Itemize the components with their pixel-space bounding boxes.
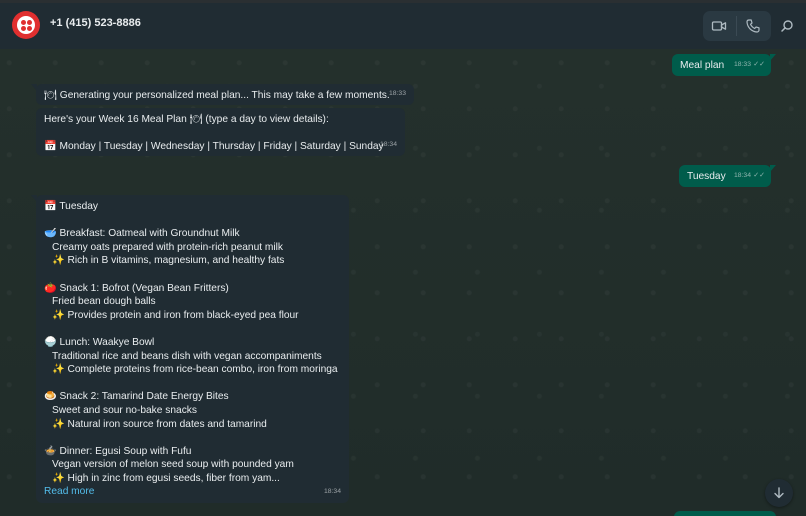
voice-call-icon xyxy=(746,19,760,33)
meal-note: ✨ Complete proteins from rice-bean combo… xyxy=(52,364,338,376)
conversation-panel[interactable]: Meal plan 18:33 ✓✓ 🍽 Generating your per… xyxy=(0,49,806,516)
message-outgoing[interactable]: Tuesday 18:34 ✓✓ xyxy=(679,165,776,187)
message-time: 18:34 xyxy=(323,488,341,496)
meal-note: ✨ Rich in B vitamins, magnesium, and hea… xyxy=(52,255,285,267)
message-time: 18:34 xyxy=(733,172,751,180)
message-time: 18:34 xyxy=(379,141,397,149)
day-heading: 📅 Tuesday xyxy=(44,201,99,212)
bubble-tail xyxy=(770,54,776,61)
meal-title: 🍲 Dinner: Egusi Soup with Fufu xyxy=(44,445,192,457)
contact-avatar[interactable] xyxy=(12,11,40,39)
message-text: Here's your Week 16 Meal Plan 🍽 (type a … xyxy=(44,114,329,125)
meal-title: 🍅 Snack 1: Bofrot (Vegan Bean Fritters) xyxy=(44,282,229,294)
meal-description: Sweet and sour no-bake snacks xyxy=(52,404,197,416)
twilio-logo xyxy=(17,16,35,34)
voice-call-button[interactable] xyxy=(738,11,768,41)
meal-title: 🍚 Lunch: Waakye Bowl xyxy=(44,336,155,348)
meal-description: Fried bean dough balls xyxy=(52,296,156,308)
search-button[interactable] xyxy=(772,11,802,41)
scroll-to-bottom-button[interactable] xyxy=(765,479,793,507)
call-divider xyxy=(736,16,737,36)
search-icon xyxy=(781,20,793,32)
message-incoming[interactable]: 🍽 Generating your personalized meal plan… xyxy=(31,84,414,105)
meal-note: ✨ Provides protein and iron from black-e… xyxy=(52,309,299,321)
message-incoming[interactable]: 📅 Tuesday 🥣 Breakfast: Oatmeal with Grou… xyxy=(31,195,349,503)
chat-header: +1 (415) 523-8886 xyxy=(0,0,806,49)
contact-name[interactable]: +1 (415) 523-8886 xyxy=(50,17,141,29)
message-time: 18:33 xyxy=(733,61,751,69)
meal-title: 🥣 Breakfast: Oatmeal with Groundnut Milk xyxy=(44,228,240,240)
arrow-down-icon xyxy=(774,487,784,499)
video-call-button[interactable] xyxy=(704,11,734,41)
message-outgoing-partial[interactable] xyxy=(674,511,776,516)
message-time: 18:33 xyxy=(388,90,406,98)
message-text: 🍽 Generating your personalized meal plan… xyxy=(44,90,390,101)
meal-description: Traditional rice and beans dish with veg… xyxy=(52,350,322,362)
message-outgoing[interactable]: Meal plan 18:33 ✓✓ xyxy=(672,54,776,76)
read-receipt-icon: ✓✓ xyxy=(753,61,765,69)
read-more-link[interactable]: Read more xyxy=(44,485,341,499)
meal-title: 🍮 Snack 2: Tamarind Date Energy Bites xyxy=(44,391,229,403)
meal-note: ✨ High in zinc from egusi seeds, fiber f… xyxy=(52,472,280,484)
meal-description: Creamy oats prepared with protein-rich p… xyxy=(52,241,284,253)
meal-note: ✨ Natural iron source from dates and tam… xyxy=(52,418,267,430)
bubble-tail xyxy=(770,165,776,172)
video-call-icon xyxy=(711,21,727,31)
message-text: Tuesday xyxy=(687,171,726,182)
read-receipt-icon: ✓✓ xyxy=(753,172,765,180)
message-text: 📅 Monday | Tuesday | Wednesday | Thursda… xyxy=(44,141,384,153)
message-incoming[interactable]: Here's your Week 16 Meal Plan 🍽 (type a … xyxy=(36,108,405,156)
bubble-tail xyxy=(31,84,37,91)
meal-description: Vegan version of melon seed soup with po… xyxy=(52,459,294,471)
bubble-tail xyxy=(31,195,37,202)
